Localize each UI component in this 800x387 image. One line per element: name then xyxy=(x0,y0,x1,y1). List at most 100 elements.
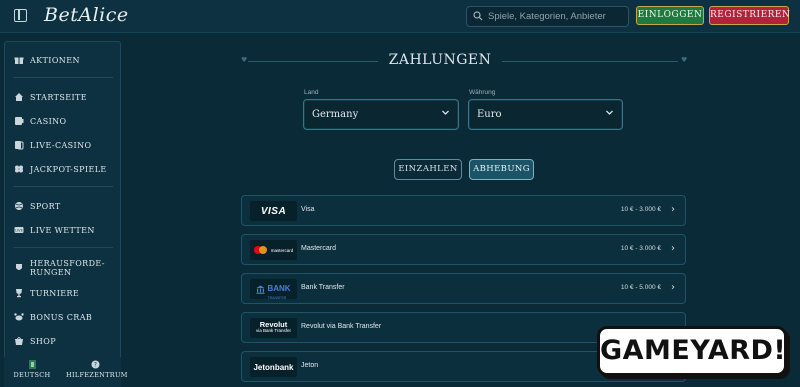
payment-method-bank-transfer[interactable]: BANK TRANSFER Bank Transfer 10 € - 5.000 … xyxy=(241,273,686,304)
chevron-down-icon xyxy=(442,110,449,115)
sidebar-toggle-icon[interactable] xyxy=(14,9,27,22)
sidebar-item-herausforderungen[interactable]: HERAUSFORDE- RUNGEN xyxy=(5,256,122,280)
search-icon xyxy=(473,11,483,21)
sidebar-item-sport[interactable]: SPORT xyxy=(5,196,122,216)
sidebar-item-label: STARTSEITE xyxy=(30,92,88,102)
site-logo[interactable]: BetAlice xyxy=(44,4,129,26)
revolut-logo: Revolut via Bank Transfer xyxy=(250,318,297,338)
sidebar-item-live-casino[interactable]: LIVE-CASINO xyxy=(5,135,122,155)
country-value: Germany xyxy=(312,109,359,120)
sidebar-item-shop[interactable]: SHOP xyxy=(5,331,122,351)
revolut-logo-subtext: via Bank Transfer xyxy=(255,328,291,333)
challenge-icon xyxy=(14,263,24,273)
method-range: 10 € - 3.000 € xyxy=(620,245,661,252)
top-header: BetAlice EINLOGGEN REGISTRIEREN xyxy=(0,0,800,33)
currency-value: Euro xyxy=(477,109,502,120)
chevron-down-icon xyxy=(606,110,613,115)
mc-circle-orange xyxy=(258,246,267,254)
sidebar-item-label: SPORT xyxy=(30,201,61,211)
help-icon: ? xyxy=(91,360,99,369)
tab-einzahlen[interactable]: EINZAHLEN xyxy=(394,159,462,180)
chevron-right-icon: › xyxy=(671,204,675,215)
page-title: ZAHLUNGEN xyxy=(388,52,492,68)
clover-icon xyxy=(14,164,24,174)
casino-icon xyxy=(14,116,24,126)
register-button[interactable]: REGISTRIEREN xyxy=(709,6,790,25)
sidebar-item-startseite[interactable]: STARTSEITE xyxy=(5,87,122,107)
currency-select[interactable]: Euro xyxy=(468,99,623,130)
sidebar: AKTIONEN STARTSEITE CASINO LIVE-CASINO J… xyxy=(4,41,121,387)
sidebar-item-aktionen[interactable]: AKTIONEN xyxy=(5,50,122,70)
divider xyxy=(13,247,113,248)
sidebar-item-label: BONUS CRAB xyxy=(30,312,93,322)
sidebar-item-label: AKTIONEN xyxy=(30,55,80,65)
ornament-icon: ♥ xyxy=(241,56,248,64)
method-range: 10 € - 3.000 € xyxy=(620,206,661,213)
method-name: Bank Transfer xyxy=(301,284,345,291)
sidebar-item-label: JACKPOT-SPIELE xyxy=(30,164,107,174)
search-box[interactable] xyxy=(466,6,629,27)
currency-label: Währung xyxy=(469,89,496,96)
crab-icon xyxy=(14,312,24,322)
cards-icon xyxy=(14,140,24,150)
jeton-logo: Jetonbank xyxy=(250,357,297,377)
svg-text:LIVE: LIVE xyxy=(15,229,23,233)
bank-logo-text: BANK xyxy=(267,284,291,293)
sidebar-item-label: TURNIERE xyxy=(30,288,80,298)
svg-text:?: ? xyxy=(93,362,97,369)
sidebar-item-live-wetten[interactable]: LIVE LIVE WETTEN xyxy=(5,220,122,240)
country-select[interactable]: Germany xyxy=(303,99,459,130)
sidebar-item-label: CASINO xyxy=(30,116,67,126)
method-name: Visa xyxy=(301,206,315,213)
ornament-icon: ♥ xyxy=(681,56,688,64)
help-label: HILFEZENTRUM xyxy=(66,371,128,379)
payment-method-visa[interactable]: VISA Visa 10 € - 3.000 € › xyxy=(241,195,686,226)
country-label: Land xyxy=(304,89,319,96)
revolut-logo-mark: Revolut via Bank Transfer xyxy=(255,321,291,334)
payment-method-mastercard[interactable]: mastercard Mastercard 10 € - 3.000 € › xyxy=(241,234,686,265)
sidebar-item-casino[interactable]: CASINO xyxy=(5,111,122,131)
bank-logo-words: BANK TRANSFER xyxy=(267,278,291,301)
language-label: DEUTSCH xyxy=(13,371,51,379)
visa-logo: VISA xyxy=(250,201,297,221)
divider xyxy=(13,186,113,187)
mastercard-mark: mastercard xyxy=(253,246,294,254)
sidebar-item-label: LIVE WETTEN xyxy=(30,225,95,235)
sidebar-item-label-line2: RUNGEN xyxy=(30,268,72,277)
sidebar-item-label: HERAUSFORDE- xyxy=(30,259,105,268)
method-name: Revolut via Bank Transfer xyxy=(301,323,382,330)
sidebar-item-label: LIVE-CASINO xyxy=(30,140,92,150)
method-name: Mastercard xyxy=(301,245,337,252)
jeton-logo-text: Jetonbank xyxy=(253,362,294,372)
method-range: 10 € - 5.000 € xyxy=(620,284,661,291)
gift-icon xyxy=(14,55,24,65)
language-selector[interactable]: DEUTSCH xyxy=(12,360,52,379)
visa-logo-text: VISA xyxy=(260,205,287,217)
bank-icon xyxy=(256,285,265,294)
bank-logo-mark: BANK TRANSFER xyxy=(256,278,291,301)
live-icon: LIVE xyxy=(14,225,24,235)
gameyard-watermark: GAMEYARD! xyxy=(597,326,787,376)
flag-icon xyxy=(28,360,36,369)
title-rule-right xyxy=(502,61,678,62)
help-center-link[interactable]: ? HILFEZENTRUM xyxy=(66,360,127,379)
bank-transfer-logo: BANK TRANSFER xyxy=(250,278,297,301)
sidebar-item-jackpot[interactable]: JACKPOT-SPIELE xyxy=(5,159,122,179)
trophy-icon xyxy=(14,288,24,298)
method-name: Jeton xyxy=(301,362,319,369)
sidebar-item-turniere[interactable]: TURNIERE xyxy=(5,283,122,303)
sidebar-footer: DEUTSCH ? HILFEZENTRUM xyxy=(4,357,127,387)
title-rule-left xyxy=(248,61,378,62)
sidebar-item-bonus-crab[interactable]: BONUS CRAB xyxy=(5,307,122,327)
login-button[interactable]: EINLOGGEN xyxy=(636,6,704,25)
mastercard-logo: mastercard xyxy=(250,240,297,260)
search-input[interactable] xyxy=(488,9,626,24)
sidebar-item-label: SHOP xyxy=(30,336,56,346)
mastercard-logo-text: mastercard xyxy=(270,247,294,253)
shop-icon xyxy=(14,336,24,346)
sidebar-item-label-wrap: HERAUSFORDE- RUNGEN xyxy=(30,259,105,277)
tab-abhebung[interactable]: ABHEBUNG xyxy=(469,159,534,180)
chevron-right-icon: › xyxy=(671,243,675,254)
divider xyxy=(13,77,113,78)
chevron-right-icon: › xyxy=(671,282,675,293)
